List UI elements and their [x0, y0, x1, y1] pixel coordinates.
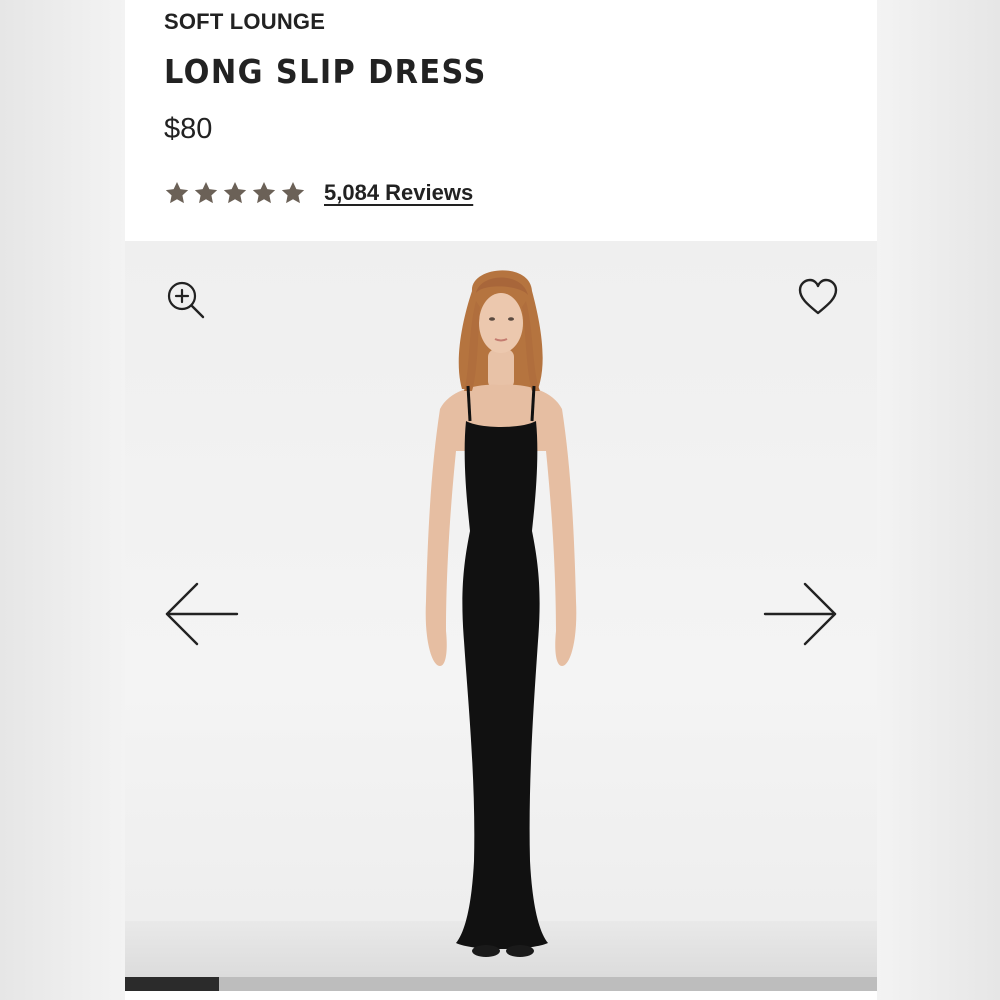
- reviews-link[interactable]: 5,084 Reviews: [324, 180, 473, 206]
- product-price: $80: [164, 113, 213, 145]
- heart-icon[interactable]: [797, 277, 839, 319]
- star-icon: [252, 181, 276, 204]
- product-header: SOFT LOUNGE LONG SLIP DRESS $80 5,084 Re…: [125, 0, 877, 240]
- gallery-progress-fill: [125, 977, 219, 991]
- star-icon: [194, 181, 218, 204]
- star-icon: [223, 181, 247, 204]
- collection-label[interactable]: SOFT LOUNGE: [164, 9, 325, 35]
- arrow-left-icon[interactable]: [163, 581, 241, 647]
- zoom-in-icon[interactable]: [165, 279, 207, 321]
- rating-summary: 5,084 Reviews: [164, 180, 473, 206]
- gallery-progress-bar[interactable]: [125, 977, 877, 991]
- product-image-gallery[interactable]: [125, 241, 877, 977]
- star-rating: [164, 180, 306, 206]
- product-column: SOFT LOUNGE LONG SLIP DRESS $80 5,084 Re…: [125, 0, 877, 1000]
- product-image-model: [425, 270, 577, 957]
- product-title: LONG SLIP DRESS: [164, 52, 487, 91]
- star-icon: [281, 181, 305, 204]
- arrow-right-icon[interactable]: [761, 581, 839, 647]
- star-icon: [165, 181, 189, 204]
- page-background: SOFT LOUNGE LONG SLIP DRESS $80 5,084 Re…: [0, 0, 1000, 1000]
